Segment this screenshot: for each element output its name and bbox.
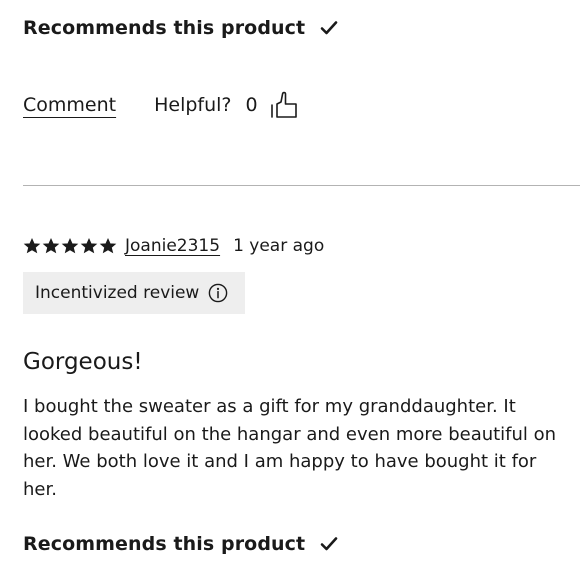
check-icon [319, 18, 339, 38]
star-rating [23, 237, 117, 255]
incentivized-review-badge: Incentivized review [23, 272, 245, 314]
recommends-product-indicator: Recommends this product [23, 533, 339, 555]
review-meta: Joanie2315 1 year ago [23, 234, 324, 258]
review-title: Gorgeous! [23, 349, 143, 375]
star-icon [61, 237, 79, 255]
helpful-label: Helpful? [154, 94, 232, 116]
reviews-page: Recommends this product Comment Helpful?… [0, 0, 580, 580]
badge-label: Incentivized review [35, 283, 200, 303]
star-icon [99, 237, 117, 255]
author-link[interactable]: Joanie2315 [125, 236, 220, 256]
check-icon [319, 534, 339, 554]
star-icon [23, 237, 41, 255]
info-icon[interactable] [208, 283, 228, 303]
recommends-label: Recommends this product [23, 533, 306, 555]
review-divider [23, 185, 580, 186]
thumbs-up-icon[interactable] [270, 89, 300, 121]
recommends-product-indicator: Recommends this product [23, 17, 339, 39]
review-date: 1 year ago [233, 236, 325, 256]
comment-link[interactable]: Comment [23, 94, 116, 116]
star-icon [42, 237, 60, 255]
review-body: I bought the sweater as a gift for my gr… [23, 396, 557, 500]
helpful-section: Helpful? 0 [154, 89, 300, 121]
recommends-label: Recommends this product [23, 17, 306, 39]
helpful-count: 0 [245, 94, 258, 116]
review-actions: Comment Helpful? 0 [23, 88, 300, 122]
star-icon [80, 237, 98, 255]
